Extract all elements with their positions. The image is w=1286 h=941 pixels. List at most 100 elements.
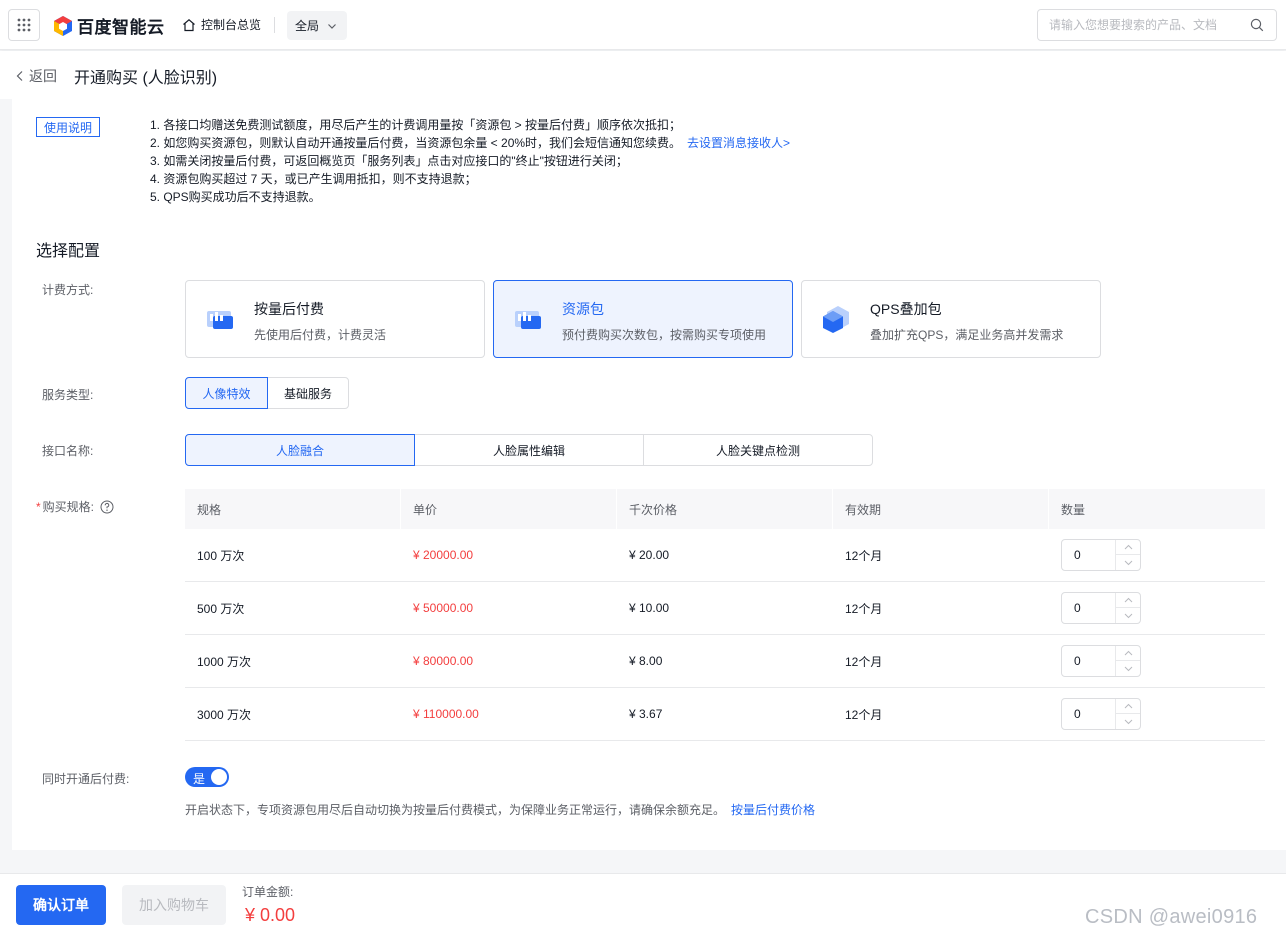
top-header: 百度智能云 控制台总览 全局 xyxy=(0,0,1286,50)
usage-note: 4. 资源包购买超过 7 天，或已产生调用抵扣，则不支持退款； xyxy=(150,172,477,186)
page-header: 返回 开通购买 (人脸识别) xyxy=(0,51,1286,99)
search-input[interactable] xyxy=(1038,10,1238,40)
watermark: CSDN @awei0916 xyxy=(1085,906,1258,928)
unit-price-cell: ¥ 50000.00 xyxy=(413,601,474,615)
chevron-up-icon xyxy=(1124,703,1133,709)
table-row: 3000 万次 ¥ 110000.00 ¥ 3.67 12个月 0 xyxy=(185,688,1265,741)
billing-option-qps[interactable]: QPS叠加包 叠加扩充QPS，满足业务高并发需求 xyxy=(801,280,1101,358)
quantity-input[interactable]: 0 xyxy=(1062,646,1117,676)
service-type-label: 服务类型: xyxy=(42,388,94,402)
usage-note: 5. QPS购买成功后不支持退款。 xyxy=(150,190,321,204)
service-option-portrait-effects[interactable]: 人像特效 xyxy=(185,377,268,409)
quantity-cell: 0 xyxy=(1049,635,1265,687)
chevron-up-icon xyxy=(1124,597,1133,603)
billing-option-desc: 先使用后付费，计费灵活 xyxy=(254,328,387,342)
spec-table: 规格 单价 千次价格 有效期 数量 100 万次 ¥ 20000.00 ¥ 20… xyxy=(185,489,1265,741)
resource-pack-icon xyxy=(515,311,541,329)
global-search[interactable] xyxy=(1037,9,1277,41)
region-selector[interactable]: 全局 xyxy=(287,11,347,40)
quantity-input[interactable]: 0 xyxy=(1062,593,1117,623)
apps-grid-button[interactable] xyxy=(8,9,40,41)
spec-label-row: * 购买规格: xyxy=(36,498,114,515)
decrement-button[interactable] xyxy=(1116,555,1140,570)
spec-cell: 100 万次 xyxy=(197,548,245,563)
console-overview-link[interactable]: 控制台总览 xyxy=(182,16,261,33)
stepper-arrows xyxy=(1116,699,1140,729)
increment-button[interactable] xyxy=(1116,699,1140,714)
back-link[interactable]: 返回 xyxy=(15,66,57,86)
validity-cell: 12个月 xyxy=(845,654,883,669)
confirm-order-button[interactable]: 确认订单 xyxy=(16,885,106,925)
api-option-face-merge[interactable]: 人脸融合 xyxy=(185,434,415,466)
region-label: 全局 xyxy=(295,19,320,33)
validity-cell: 12个月 xyxy=(845,601,883,616)
chevron-down-icon xyxy=(1124,719,1133,724)
decrement-button[interactable] xyxy=(1116,714,1140,729)
qps-cube-icon xyxy=(823,306,849,333)
column-header: 数量 xyxy=(1061,502,1086,517)
column-header: 千次价格 xyxy=(617,489,833,529)
usage-note: 2. 如您购买资源包，则默认自动开通按量后付费，当资源包余量 < 20%时，我们… xyxy=(150,134,790,152)
spec-cell: 3000 万次 xyxy=(197,707,252,722)
increment-button[interactable] xyxy=(1116,540,1140,555)
billing-option-desc: 叠加扩充QPS，满足业务高并发需求 xyxy=(870,328,1064,342)
chevron-down-icon xyxy=(1124,666,1133,671)
quantity-stepper[interactable]: 0 xyxy=(1061,539,1141,571)
billing-option-postpaid[interactable]: 按量后付费 先使用后付费，计费灵活 xyxy=(185,280,485,358)
quantity-input[interactable]: 0 xyxy=(1062,699,1117,729)
page-title: 开通购买 (人脸识别) xyxy=(74,70,218,87)
console-link-label: 控制台总览 xyxy=(201,18,262,32)
postpaid-desc-text: 开启状态下，专项资源包用尽后自动切换为按量后付费模式，为保障业务正常运行，请确保… xyxy=(185,803,726,817)
quantity-cell: 0 xyxy=(1049,529,1265,581)
postpaid-price-link[interactable]: 按量后付费价格 xyxy=(731,803,815,817)
order-amount-value: ¥ 0.00 xyxy=(245,905,296,925)
brand-logo[interactable]: 百度智能云 xyxy=(53,13,165,38)
order-footer: 确认订单 加入购物车 订单金额: ¥ 0.00 CSDN @awei0916 xyxy=(0,873,1286,941)
billing-option-title: 资源包 xyxy=(562,301,604,317)
postpaid-icon xyxy=(207,311,233,329)
usage-note: 1. 各接口均赠送免费测试额度，用尽后产生的计费调用量按「资源包 > 按量后付费… xyxy=(150,118,682,132)
home-icon xyxy=(183,18,195,31)
quantity-stepper[interactable]: 0 xyxy=(1061,698,1141,730)
billing-option-resource-pack[interactable]: 资源包 预付费购买次数包，按需购买专项使用 xyxy=(493,280,793,358)
table-header: 规格 单价 千次价格 有效期 数量 xyxy=(185,489,1265,529)
billing-option-title: 按量后付费 xyxy=(254,301,324,317)
grid-icon xyxy=(17,18,31,32)
postpaid-label: 同时开通后付费: xyxy=(42,772,130,786)
stepper-arrows xyxy=(1116,646,1140,676)
service-option-basic[interactable]: 基础服务 xyxy=(267,377,349,409)
decrement-button[interactable] xyxy=(1116,661,1140,676)
column-header: 规格 xyxy=(185,489,401,529)
table-row: 1000 万次 ¥ 80000.00 ¥ 8.00 12个月 0 xyxy=(185,635,1265,688)
per-thousand-cell: ¥ 3.67 xyxy=(629,707,663,721)
quantity-stepper[interactable]: 0 xyxy=(1061,645,1141,677)
per-thousand-cell: ¥ 10.00 xyxy=(629,601,670,615)
usage-tag: 使用说明 xyxy=(36,117,100,137)
stepper-arrows xyxy=(1116,540,1140,570)
postpaid-toggle[interactable]: 是 xyxy=(185,767,229,787)
help-icon[interactable] xyxy=(100,500,114,514)
add-to-cart-button[interactable]: 加入购物车 xyxy=(122,885,226,925)
quantity-cell: 0 xyxy=(1049,582,1265,634)
increment-button[interactable] xyxy=(1116,593,1140,608)
notify-settings-link[interactable]: 去设置消息接收人> xyxy=(687,136,790,150)
table-row: 100 万次 ¥ 20000.00 ¥ 20.00 12个月 0 xyxy=(185,529,1265,582)
chevron-down-icon xyxy=(328,23,336,29)
increment-button[interactable] xyxy=(1116,646,1140,661)
api-option-face-attribute-edit[interactable]: 人脸属性编辑 xyxy=(414,434,644,466)
per-thousand-cell: ¥ 8.00 xyxy=(629,654,663,668)
unit-price-cell: ¥ 20000.00 xyxy=(413,548,474,562)
chevron-down-icon xyxy=(1124,613,1133,618)
toggle-label: 是 xyxy=(193,772,206,786)
chevron-down-icon xyxy=(1124,560,1133,565)
api-option-face-landmark[interactable]: 人脸关键点检测 xyxy=(643,434,873,466)
service-type-selector: 人像特效 基础服务 xyxy=(185,377,349,409)
billing-option-title: QPS叠加包 xyxy=(870,301,942,317)
chevron-up-icon xyxy=(1124,650,1133,656)
quantity-stepper[interactable]: 0 xyxy=(1061,592,1141,624)
decrement-button[interactable] xyxy=(1116,608,1140,623)
quantity-input[interactable]: 0 xyxy=(1062,540,1117,570)
usage-notes: 1. 各接口均赠送免费测试额度，用尽后产生的计费调用量按「资源包 > 按量后付费… xyxy=(150,116,790,206)
search-icon[interactable] xyxy=(1250,18,1264,32)
unit-price-cell: ¥ 110000.00 xyxy=(413,707,479,721)
